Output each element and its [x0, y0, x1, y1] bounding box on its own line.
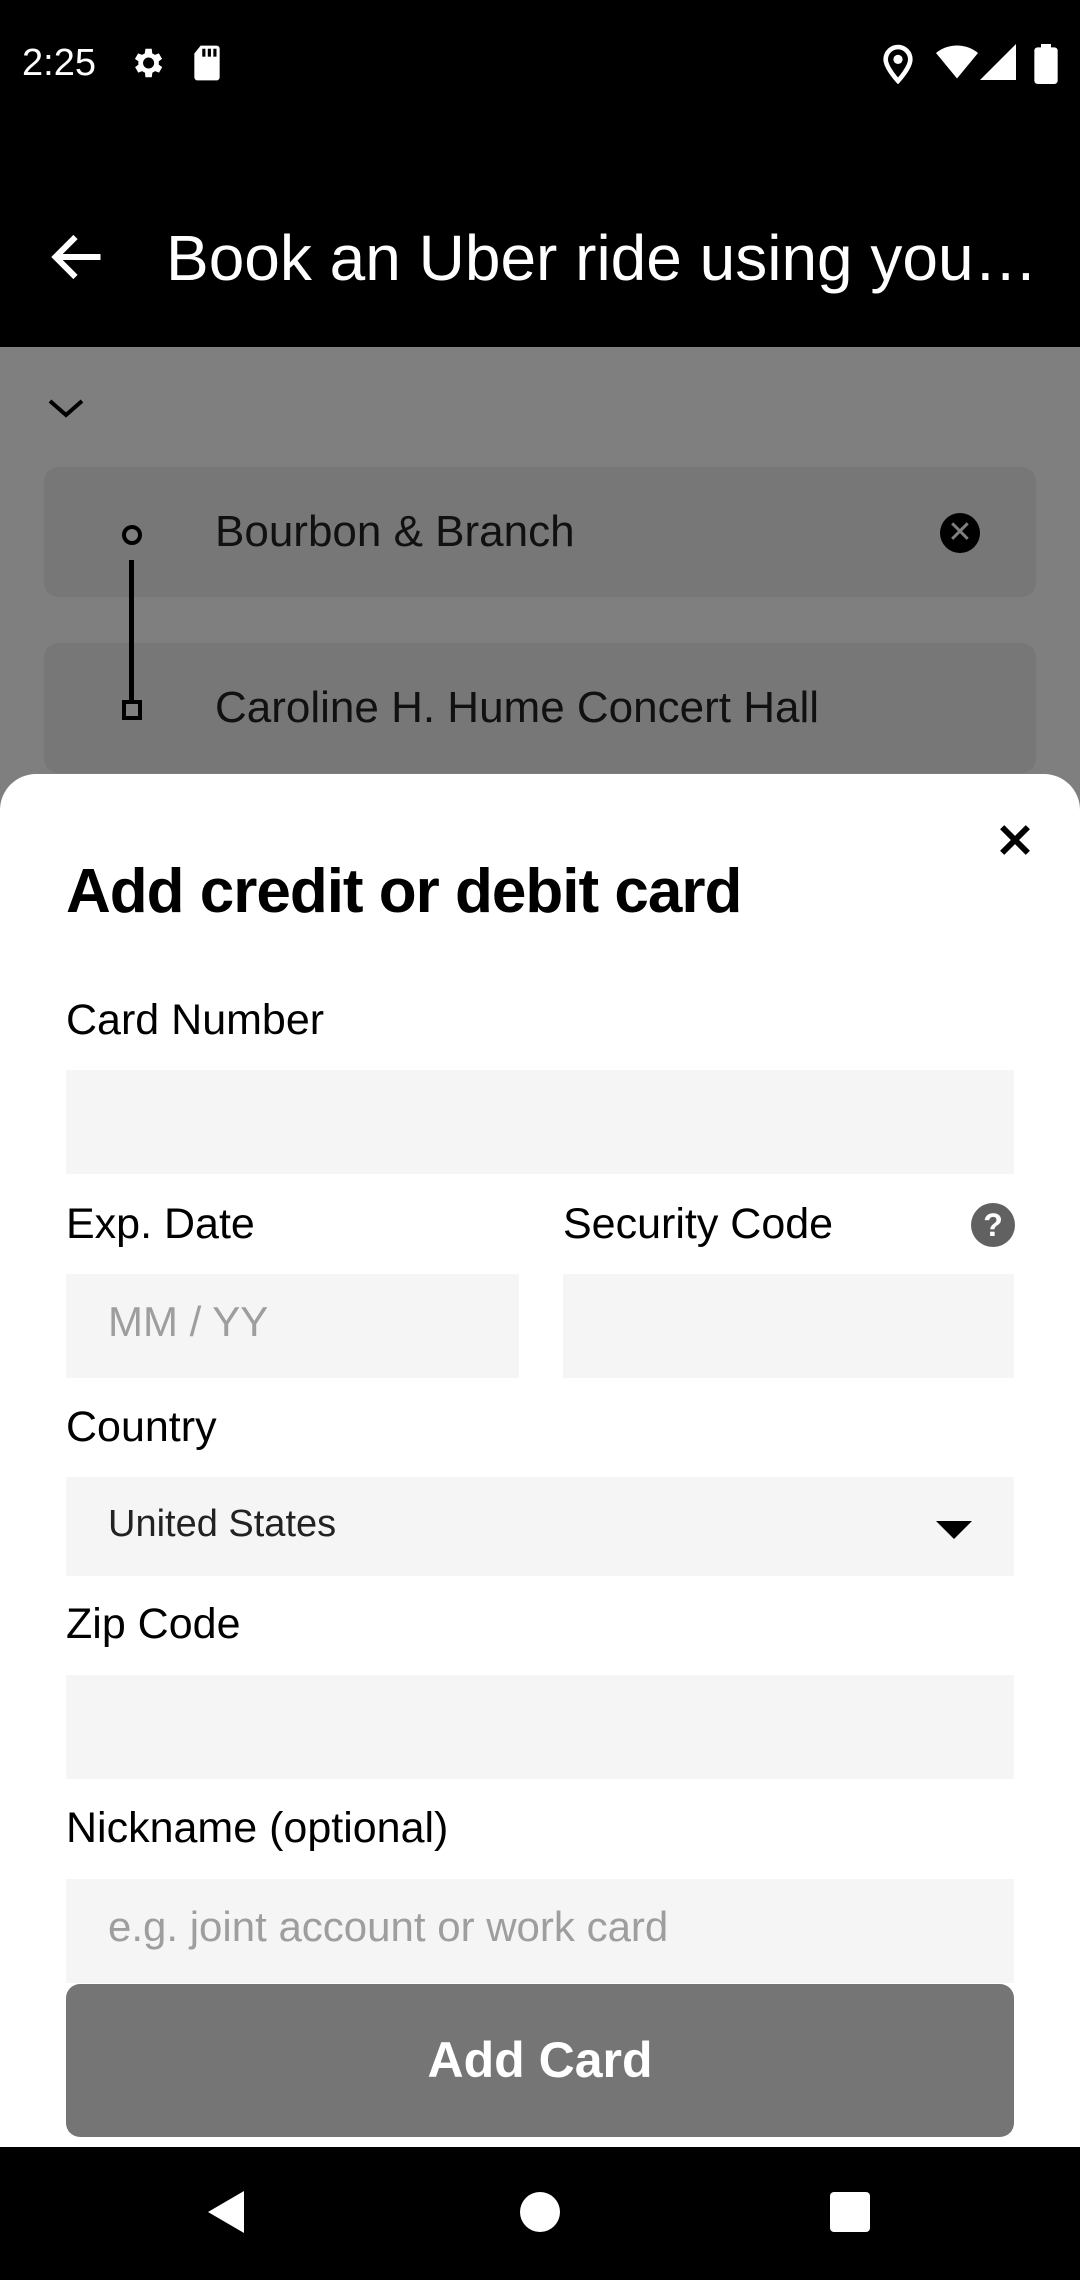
sd-card-icon [194, 45, 220, 81]
nickname-input[interactable]: e.g. joint account or work card [66, 1879, 1014, 1983]
gear-icon [134, 48, 163, 78]
help-icon[interactable]: ? [971, 1203, 1015, 1247]
country-select[interactable]: United States [66, 1477, 1014, 1576]
card-number-label: Card Number [66, 996, 325, 1044]
arrow-back-icon[interactable] [48, 227, 108, 287]
nickname-placeholder: e.g. joint account or work card [108, 1903, 669, 1950]
location-icon [883, 44, 913, 84]
zip-code-label: Zip Code [66, 1600, 241, 1648]
security-code-label: Security Code [563, 1200, 834, 1248]
exp-date-label: Exp. Date [66, 1200, 255, 1248]
sheet-title: Add credit or debit card [66, 857, 742, 926]
battery-icon [1034, 44, 1058, 84]
signal-icon [980, 44, 1016, 80]
close-icon[interactable] [993, 818, 1037, 862]
nickname-label: Nickname (optional) [66, 1804, 449, 1852]
app-bar: Book an Uber ride using your… [0, 135, 1080, 347]
country-label: Country [66, 1403, 217, 1451]
back-triangle-icon[interactable] [204, 2187, 248, 2237]
security-code-input[interactable] [563, 1274, 1014, 1378]
recents-square-icon[interactable] [828, 2187, 872, 2237]
status-bar: 2:25 [0, 0, 1080, 135]
wifi-icon [936, 45, 978, 79]
dropdown-arrow-icon [936, 1521, 972, 1539]
navigation-bar [0, 2147, 1080, 2280]
exp-date-placeholder: MM / YY [108, 1298, 269, 1345]
home-circle-icon[interactable] [518, 2187, 562, 2237]
page-title: Book an Uber ride using your… [166, 222, 1046, 294]
add-card-button[interactable]: Add Card [66, 1984, 1014, 2137]
add-card-sheet: Add credit or debit card Card Number Exp… [0, 774, 1080, 2147]
status-time: 2:25 [22, 42, 96, 84]
country-value: United States [108, 1503, 337, 1545]
card-number-input[interactable] [66, 1070, 1014, 1174]
exp-date-input[interactable]: MM / YY [66, 1274, 519, 1378]
zip-code-input[interactable] [66, 1675, 1014, 1779]
